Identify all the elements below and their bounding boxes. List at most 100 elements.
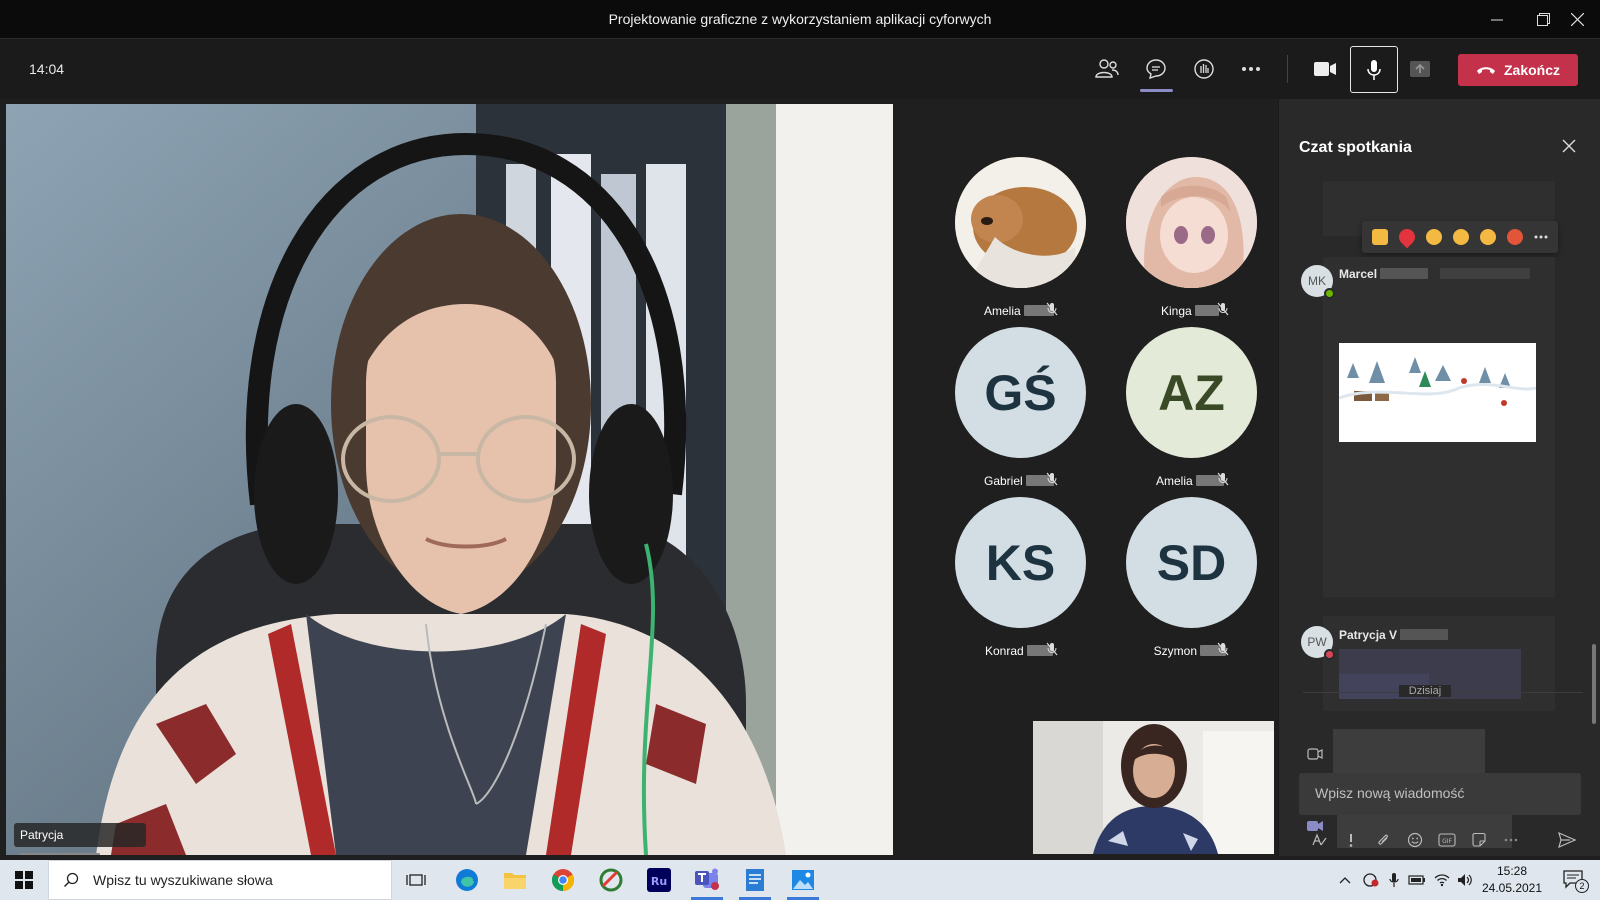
task-view-icon — [406, 874, 426, 886]
format-button[interactable] — [1303, 829, 1335, 851]
taskbar-app-coreldraw[interactable] — [587, 860, 635, 900]
message-sender-name: Marcel — [1339, 267, 1378, 281]
camera-icon — [1314, 62, 1336, 76]
sticker-button[interactable] — [1463, 829, 1495, 851]
message-compose-box[interactable] — [1299, 773, 1581, 815]
more-compose-options-button[interactable] — [1495, 829, 1527, 851]
participant-tile[interactable]: KS Konrad — [934, 497, 1104, 667]
message-input[interactable] — [1315, 773, 1565, 813]
participant-tile[interactable]: AZ Amelia — [1105, 327, 1275, 497]
taskbar-app-chrome[interactable] — [539, 860, 587, 900]
svg-text:Ru: Ru — [651, 875, 667, 888]
more-actions-button[interactable] — [1231, 49, 1271, 89]
start-button[interactable] — [0, 860, 48, 900]
message-sender: Marcel — [1339, 267, 1530, 281]
taskbar-app-teams[interactable] — [683, 860, 731, 900]
close-window-button[interactable] — [1554, 0, 1600, 39]
thumbs-up-reaction-icon[interactable] — [1371, 229, 1388, 245]
teams-icon — [695, 868, 719, 890]
network-tray[interactable] — [1432, 860, 1452, 900]
more-icon — [1504, 838, 1518, 842]
emoji-button[interactable] — [1399, 829, 1431, 851]
taskbar-search-box[interactable]: Wpisz tu wyszukiwane słowa — [48, 860, 392, 900]
muted-microphone-icon — [1046, 472, 1058, 486]
microphone-icon — [1367, 59, 1381, 80]
self-video-preview[interactable] — [1033, 721, 1274, 854]
chat-scrollbar[interactable] — [1592, 644, 1596, 724]
notification-count-badge: 2 — [1575, 879, 1589, 893]
attach-button[interactable] — [1367, 829, 1399, 851]
participant-name: Szymon — [1153, 644, 1197, 658]
close-chat-icon[interactable] — [1562, 139, 1576, 153]
chrome-browser-icon — [552, 869, 574, 891]
laugh-reaction-icon[interactable] — [1425, 229, 1442, 245]
participant-tile[interactable]: SD Szymon — [1105, 497, 1275, 667]
send-icon — [1558, 832, 1576, 848]
participant-initials-avatar: GŚ — [955, 327, 1086, 458]
participant-initials-avatar: SD — [1126, 497, 1257, 628]
puppy-photo — [955, 157, 1086, 288]
taskbar-date: 24.05.2021 — [1481, 881, 1543, 895]
draw-app-icon — [599, 868, 623, 892]
participant-name: Gabriel — [983, 474, 1023, 488]
toolbar-divider — [1287, 55, 1288, 83]
importance-button[interactable] — [1335, 829, 1367, 851]
surprised-reaction-icon[interactable] — [1452, 229, 1469, 245]
action-center-button[interactable]: 2 — [1556, 860, 1592, 900]
more-reactions-icon[interactable] — [1534, 235, 1548, 239]
participant-tile[interactable]: Amelia — [934, 157, 1104, 327]
show-hidden-icons-button[interactable] — [1336, 860, 1354, 900]
shared-image-attachment[interactable] — [1338, 343, 1537, 442]
exclamation-icon — [1349, 834, 1353, 847]
reactions-button[interactable] — [1184, 49, 1224, 89]
chat-title: Czat spotkania — [1299, 139, 1412, 156]
status-busy-icon — [1324, 649, 1335, 660]
gif-icon: GIF — [1438, 833, 1456, 847]
angry-reaction-icon[interactable] — [1507, 229, 1524, 245]
participant-name: Amelia — [1155, 474, 1193, 488]
winter-illustration — [1338, 343, 1537, 442]
sad-reaction-icon[interactable] — [1480, 229, 1497, 245]
heart-reaction-icon[interactable] — [1395, 225, 1419, 249]
minimize-button[interactable] — [1474, 0, 1520, 39]
message-sender-name: Patrycja V — [1339, 628, 1398, 642]
battery-tray[interactable] — [1406, 860, 1428, 900]
window-title: Projektowanie graficzne z wykorzystaniem… — [608, 11, 992, 27]
microphone-in-use-tray[interactable] — [1385, 860, 1403, 900]
muted-microphone-icon — [1046, 302, 1058, 316]
main-video-name: Patrycja — [20, 828, 64, 842]
microphone-button[interactable] — [1350, 46, 1398, 93]
premiere-rush-icon: Ru — [647, 868, 671, 892]
windows-logo-icon — [15, 871, 33, 889]
meeting-chat-panel: Czat spotkania MK Marcel PW Patrycja V D… — [1278, 99, 1600, 856]
participant-avatar — [955, 157, 1086, 288]
participant-name: Kinga — [1160, 304, 1192, 318]
reaction-bar — [1362, 221, 1558, 253]
taskbar-app-notepad[interactable] — [731, 860, 779, 900]
folder-icon — [504, 873, 526, 889]
chat-icon — [1146, 59, 1166, 80]
camera-button[interactable] — [1305, 49, 1345, 89]
send-button[interactable] — [1551, 829, 1583, 851]
volume-tray[interactable] — [1455, 860, 1475, 900]
active-tab-indicator — [1140, 89, 1173, 92]
taskbar-app-photos[interactable] — [779, 860, 827, 900]
participant-tile[interactable]: Kinga — [1105, 157, 1275, 327]
minimize-icon — [1491, 19, 1503, 20]
taskbar-clock[interactable]: 15:28 24.05.2021 — [1477, 863, 1547, 897]
gif-button[interactable]: GIF — [1431, 829, 1463, 851]
taskbar-app-rush[interactable]: Ru — [635, 860, 683, 900]
taskbar-app-edge[interactable] — [443, 860, 491, 900]
svg-text:GIF: GIF — [1442, 838, 1452, 845]
task-view-button[interactable] — [392, 860, 440, 900]
share-screen-button[interactable] — [1400, 49, 1440, 89]
taskbar-app-file-explorer[interactable] — [491, 860, 539, 900]
taskbar-search-placeholder: Wpisz tu wyszukiwane słowa — [93, 872, 273, 888]
chat-button[interactable] — [1136, 49, 1176, 89]
participant-tile[interactable]: GŚ Gabriel — [934, 327, 1104, 497]
participant-video-image — [6, 104, 893, 855]
participant-name-row: Kinga — [1105, 304, 1275, 318]
end-call-button[interactable]: Zakończ — [1458, 54, 1578, 86]
participants-button[interactable] — [1087, 49, 1127, 89]
camera-status-tray[interactable] — [1360, 860, 1382, 900]
